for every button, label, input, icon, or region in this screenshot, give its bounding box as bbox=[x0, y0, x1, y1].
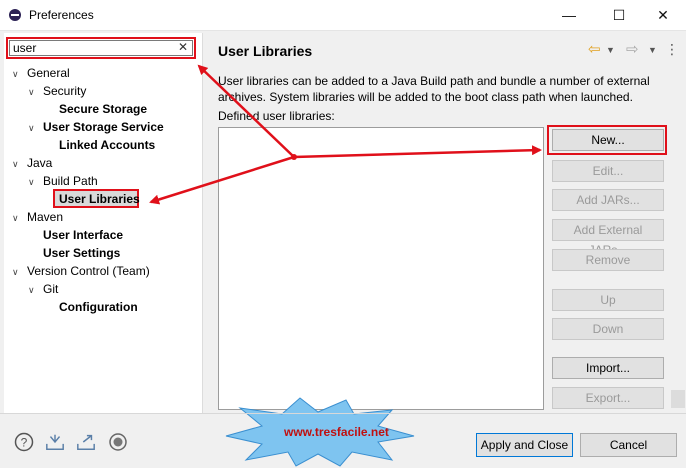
cancel-button[interactable]: Cancel bbox=[580, 433, 677, 457]
watermark-text: www.tresfacile.net bbox=[284, 425, 389, 439]
arrow-to-user-libraries bbox=[149, 155, 295, 205]
arrow-to-filter bbox=[197, 64, 295, 158]
record-icon[interactable] bbox=[108, 432, 128, 452]
import-preferences-icon[interactable] bbox=[45, 432, 65, 452]
arrow-to-new-button bbox=[293, 145, 542, 159]
help-icon[interactable]: ? bbox=[14, 432, 34, 452]
apply-and-close-button[interactable]: Apply and Close bbox=[476, 433, 573, 457]
export-preferences-icon[interactable] bbox=[76, 432, 96, 452]
footer-divider bbox=[0, 413, 686, 414]
annotation-arrows bbox=[149, 64, 542, 467]
svg-text:?: ? bbox=[21, 436, 28, 450]
arrow-origin bbox=[291, 154, 297, 160]
